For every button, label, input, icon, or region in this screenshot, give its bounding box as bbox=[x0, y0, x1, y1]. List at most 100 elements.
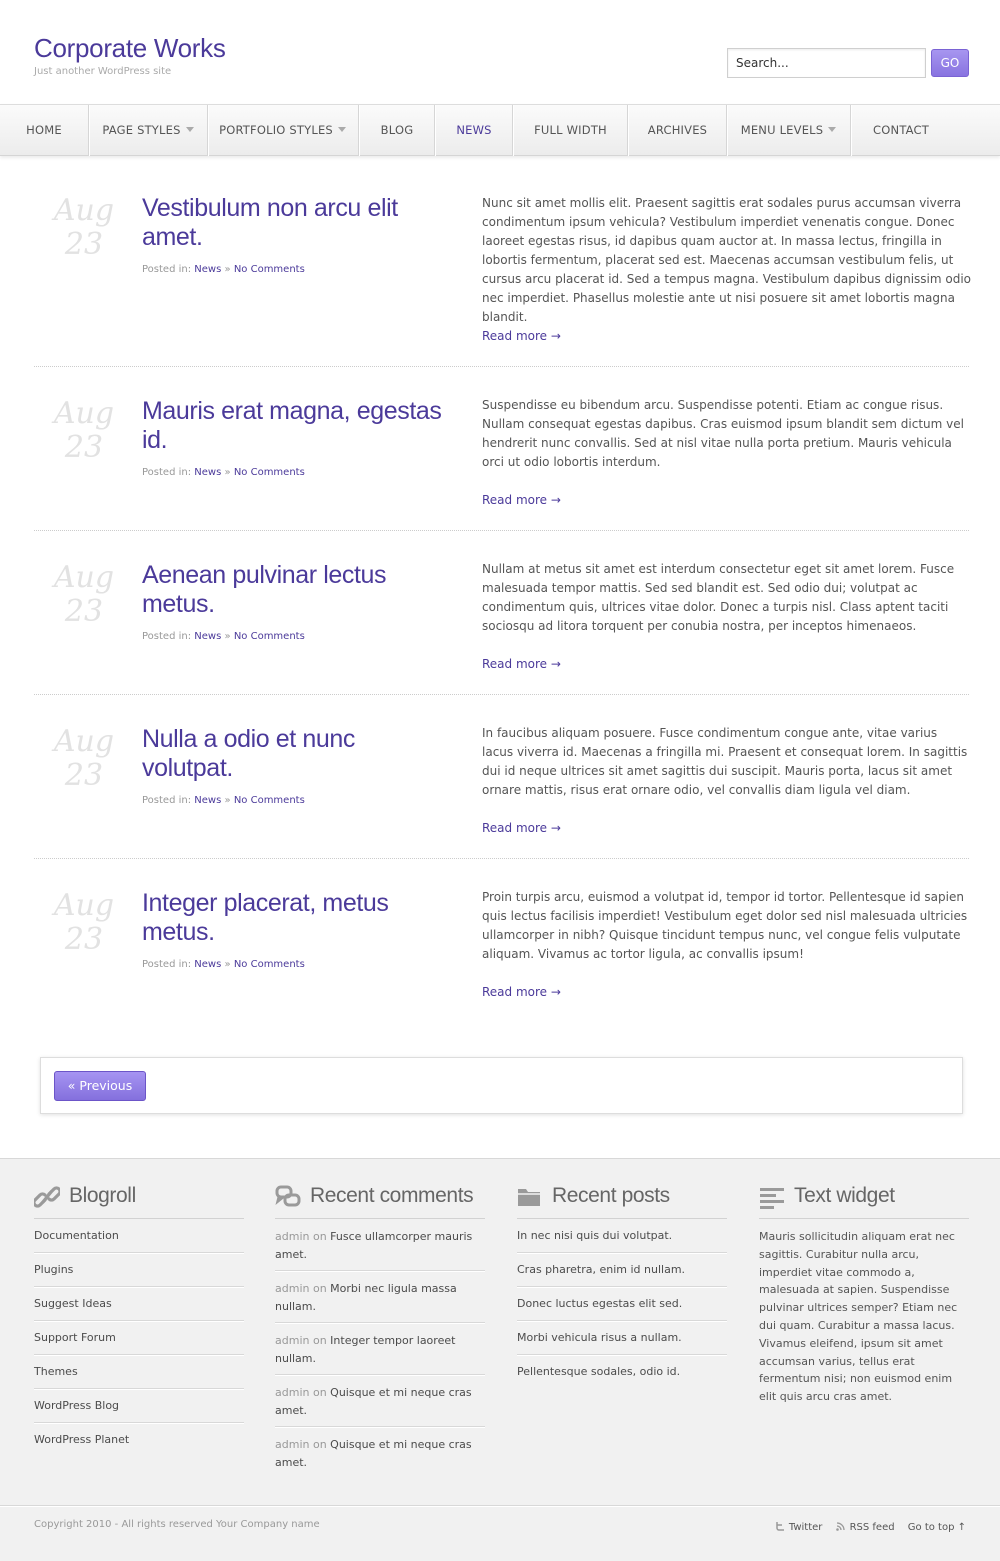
list-item[interactable]: Plugins bbox=[34, 1253, 244, 1287]
widget-title: Recent comments bbox=[310, 1184, 474, 1207]
recent-post-link[interactable]: Morbi vehicula risus a nullam. bbox=[517, 1331, 682, 1344]
copyright-text: Copyright 2010 - All rights reserved You… bbox=[34, 1519, 320, 1530]
post-meta: Posted in: News » No Comments bbox=[142, 631, 305, 642]
site-header: Corporate Works Just another WordPress s… bbox=[0, 0, 1000, 104]
read-more-link[interactable]: Read more → bbox=[482, 493, 561, 507]
site-tagline: Just another WordPress site bbox=[34, 66, 172, 77]
read-more-link[interactable]: Read more → bbox=[482, 985, 561, 999]
comment-author: admin bbox=[275, 1386, 310, 1399]
comments-icon bbox=[275, 1185, 301, 1207]
comments-link[interactable]: No Comments bbox=[234, 959, 305, 970]
twitter-icon bbox=[776, 1522, 784, 1531]
footer-widgets: Blogroll Documentation Plugins Suggest I… bbox=[0, 1158, 1000, 1561]
meta-separator: » bbox=[224, 959, 231, 970]
rss-link[interactable]: RSS feed bbox=[835, 1522, 898, 1533]
post-title[interactable]: Vestibulum non arcu elit amet. bbox=[142, 194, 442, 252]
post-meta: Posted in: News » No Comments bbox=[142, 795, 305, 806]
list-item[interactable]: WordPress Planet bbox=[34, 1423, 244, 1457]
list-item[interactable]: Documentation bbox=[34, 1219, 244, 1253]
blogroll-link[interactable]: Themes bbox=[34, 1365, 78, 1378]
nav-item-blog[interactable]: BLOG bbox=[359, 105, 435, 156]
post-item: Aug 23 Integer placerat, metus metus. Pos… bbox=[34, 885, 969, 1015]
nav-item-portfolio-styles[interactable]: PORTFOLIO STYLES bbox=[208, 105, 357, 156]
post-title[interactable]: Mauris erat magna, egestas id. bbox=[142, 397, 442, 455]
recent-post-link[interactable]: Donec luctus egestas elit sed. bbox=[517, 1297, 682, 1310]
search-input[interactable] bbox=[727, 48, 926, 78]
post-divider bbox=[34, 694, 969, 695]
read-more-link[interactable]: Read more → bbox=[482, 329, 561, 343]
blogroll-widget: Blogroll Documentation Plugins Suggest I… bbox=[34, 1181, 244, 1457]
post-date: Aug 23 bbox=[44, 397, 124, 465]
posted-in-label: Posted in: bbox=[142, 959, 192, 970]
previous-page-button[interactable]: « Previous bbox=[54, 1071, 146, 1101]
nav-item-full-width[interactable]: FULL WIDTH bbox=[513, 105, 628, 156]
post-date: Aug 23 bbox=[44, 725, 124, 793]
post-divider bbox=[34, 530, 969, 531]
post-title[interactable]: Integer placerat, metus metus. bbox=[142, 889, 442, 947]
post-title[interactable]: Aenean pulvinar lectus metus. bbox=[142, 561, 442, 619]
category-link[interactable]: News bbox=[194, 467, 221, 478]
list-item[interactable]: In nec nisi quis dui volutpat. bbox=[517, 1219, 727, 1253]
list-item[interactable]: Donec luctus egestas elit sed. bbox=[517, 1287, 727, 1321]
read-more-link[interactable]: Read more → bbox=[482, 657, 561, 671]
list-item[interactable]: WordPress Blog bbox=[34, 1389, 244, 1423]
post-title[interactable]: Nulla a odio et nunc volutpat. bbox=[142, 725, 442, 783]
post-day: 23 bbox=[64, 758, 104, 793]
list-item[interactable]: Cras pharetra, enim id nullam. bbox=[517, 1253, 727, 1287]
recent-post-link[interactable]: In nec nisi quis dui volutpat. bbox=[517, 1229, 672, 1242]
blogroll-link[interactable]: WordPress Blog bbox=[34, 1399, 119, 1412]
nav-item-home[interactable]: HOME bbox=[0, 105, 88, 156]
site-title[interactable]: Corporate Works bbox=[34, 33, 226, 64]
post-meta: Posted in: News » No Comments bbox=[142, 467, 305, 478]
nav-item-archives[interactable]: ARCHIVES bbox=[628, 105, 727, 156]
bottom-links: Twitter RSS feed Go to top ↑ bbox=[775, 1521, 966, 1533]
nav-item-menu-levels[interactable]: MENU LEVELS bbox=[727, 105, 850, 156]
twitter-link[interactable]: Twitter bbox=[775, 1522, 826, 1533]
blogroll-link[interactable]: WordPress Planet bbox=[34, 1433, 129, 1446]
post-date: Aug 23 bbox=[44, 194, 124, 262]
recent-post-link[interactable]: Pellentesque sodales, odio id. bbox=[517, 1365, 680, 1378]
blogroll-link[interactable]: Suggest Ideas bbox=[34, 1297, 112, 1310]
go-to-top-link[interactable]: Go to top ↑ bbox=[908, 1522, 966, 1533]
search-go-button[interactable]: GO bbox=[931, 49, 969, 77]
comments-link[interactable]: No Comments bbox=[234, 631, 305, 642]
post-day: 23 bbox=[64, 227, 104, 262]
post-item: Aug 23 Nulla a odio et nunc volutpat. Pos… bbox=[34, 721, 969, 851]
list-item: admin on Fusce ullamcorper mauris amet. bbox=[275, 1219, 485, 1271]
nav-item-page-styles[interactable]: PAGE STYLES bbox=[89, 105, 207, 156]
nav-item-label: PAGE STYLES bbox=[102, 123, 181, 137]
comment-on: on bbox=[312, 1282, 327, 1295]
recent-post-link[interactable]: Cras pharetra, enim id nullam. bbox=[517, 1263, 685, 1276]
nav-item-contact[interactable]: CONTACT bbox=[851, 105, 951, 156]
category-link[interactable]: News bbox=[194, 959, 221, 970]
blogroll-link[interactable]: Documentation bbox=[34, 1229, 119, 1242]
text-widget-body: Mauris sollicitudin aliquam erat nec sag… bbox=[759, 1230, 958, 1404]
twitter-label: Twitter bbox=[788, 1522, 823, 1533]
list-item[interactable]: Themes bbox=[34, 1355, 244, 1389]
rss-label: RSS feed bbox=[849, 1522, 895, 1533]
category-link[interactable]: News bbox=[194, 795, 221, 806]
comments-link[interactable]: No Comments bbox=[234, 467, 305, 478]
list-item[interactable]: Suggest Ideas bbox=[34, 1287, 244, 1321]
meta-separator: » bbox=[224, 795, 231, 806]
recent-posts-widget: Recent posts In nec nisi quis dui volutp… bbox=[517, 1181, 727, 1389]
blogroll-link[interactable]: Plugins bbox=[34, 1263, 73, 1276]
list-item[interactable]: Pellentesque sodales, odio id. bbox=[517, 1355, 727, 1389]
list-item: admin on Quisque et mi neque cras amet. bbox=[275, 1375, 485, 1427]
list-item[interactable]: Support Forum bbox=[34, 1321, 244, 1355]
category-link[interactable]: News bbox=[194, 264, 221, 275]
meta-separator: » bbox=[224, 631, 231, 642]
nav-item-news[interactable]: NEWS bbox=[435, 105, 513, 156]
comments-link[interactable]: No Comments bbox=[234, 795, 305, 806]
nav-item-label: PORTFOLIO STYLES bbox=[219, 123, 333, 137]
category-link[interactable]: News bbox=[194, 631, 221, 642]
posted-in-label: Posted in: bbox=[142, 631, 192, 642]
read-more-link[interactable]: Read more → bbox=[482, 821, 561, 835]
comment-on: on bbox=[312, 1438, 327, 1451]
list-item[interactable]: Morbi vehicula risus a nullam. bbox=[517, 1321, 727, 1355]
recent-posts-list: In nec nisi quis dui volutpat. Cras phar… bbox=[517, 1219, 727, 1389]
blogroll-link[interactable]: Support Forum bbox=[34, 1331, 116, 1344]
widget-title: Recent posts bbox=[552, 1184, 670, 1207]
blogroll-list: Documentation Plugins Suggest Ideas Supp… bbox=[34, 1219, 244, 1457]
comments-link[interactable]: No Comments bbox=[234, 264, 305, 275]
